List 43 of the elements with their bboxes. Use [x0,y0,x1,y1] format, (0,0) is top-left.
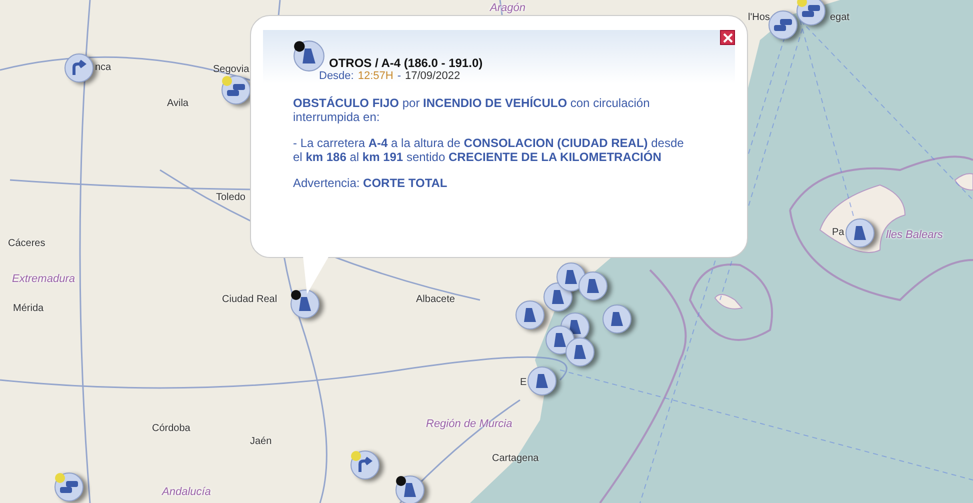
region-label: lles Balears [886,229,943,241]
separator: - [397,70,402,82]
close-button[interactable] [720,30,735,45]
city-label: Toledo [216,192,246,203]
incident-marker[interactable] [395,475,425,503]
incident-time: 12:57H [358,70,394,82]
traffic-marker[interactable] [796,0,826,26]
popup-tail [303,256,329,294]
incident-marker[interactable] [578,271,608,301]
city-label: egat [830,12,850,23]
city-label: Cáceres [8,238,46,249]
incident-marker[interactable] [845,218,875,248]
incident-description: OBSTÁCULO FIJO por INCENDIO DE VEHÍCULO con circulación interrumpida en: [293,96,651,124]
incident-description: - La carretera A-4 a la altura de CONSOLACION (CIUDAD REAL) desde el km 186 al km 191 sentido CRECIENTE DE LA KILOMETRACIÓN [293,136,685,164]
city-label: Mérida [13,303,44,314]
city-label: Córdoba [152,423,190,434]
city-label: Ciudad Real [222,294,278,305]
incident-date: 17/09/2022 [405,70,460,82]
incident-icon [293,40,325,72]
city-label: Segovia [213,64,250,75]
incident-marker[interactable] [527,366,557,396]
traffic-marker[interactable] [221,75,251,105]
incident-marker[interactable] [565,337,595,367]
city-label: Cartagena [492,453,539,464]
incident-marker[interactable] [290,289,320,319]
region-label: Andalucía [162,486,211,498]
region-label: Extremadura [12,273,75,285]
incident-marker[interactable] [602,304,632,334]
since-label: Desde: [319,70,354,82]
detour-marker[interactable] [64,53,94,83]
city-label: Jaén [250,436,272,447]
city-label: nca [95,62,112,73]
city-label: Avila [167,98,188,109]
detour-marker[interactable] [350,450,380,480]
incident-description: Advertencia: CORTE TOTAL [293,176,448,190]
traffic-marker[interactable] [768,10,798,40]
city-label: Albacete [416,294,455,305]
incident-marker[interactable] [515,300,545,330]
traffic-marker[interactable] [54,472,84,502]
popup-title: OTROS / A-4 (186.0 - 191.0) [329,56,483,70]
city-label: l'Hos [748,12,770,23]
city-label: E [520,377,527,388]
city-label: Pa [832,227,844,238]
